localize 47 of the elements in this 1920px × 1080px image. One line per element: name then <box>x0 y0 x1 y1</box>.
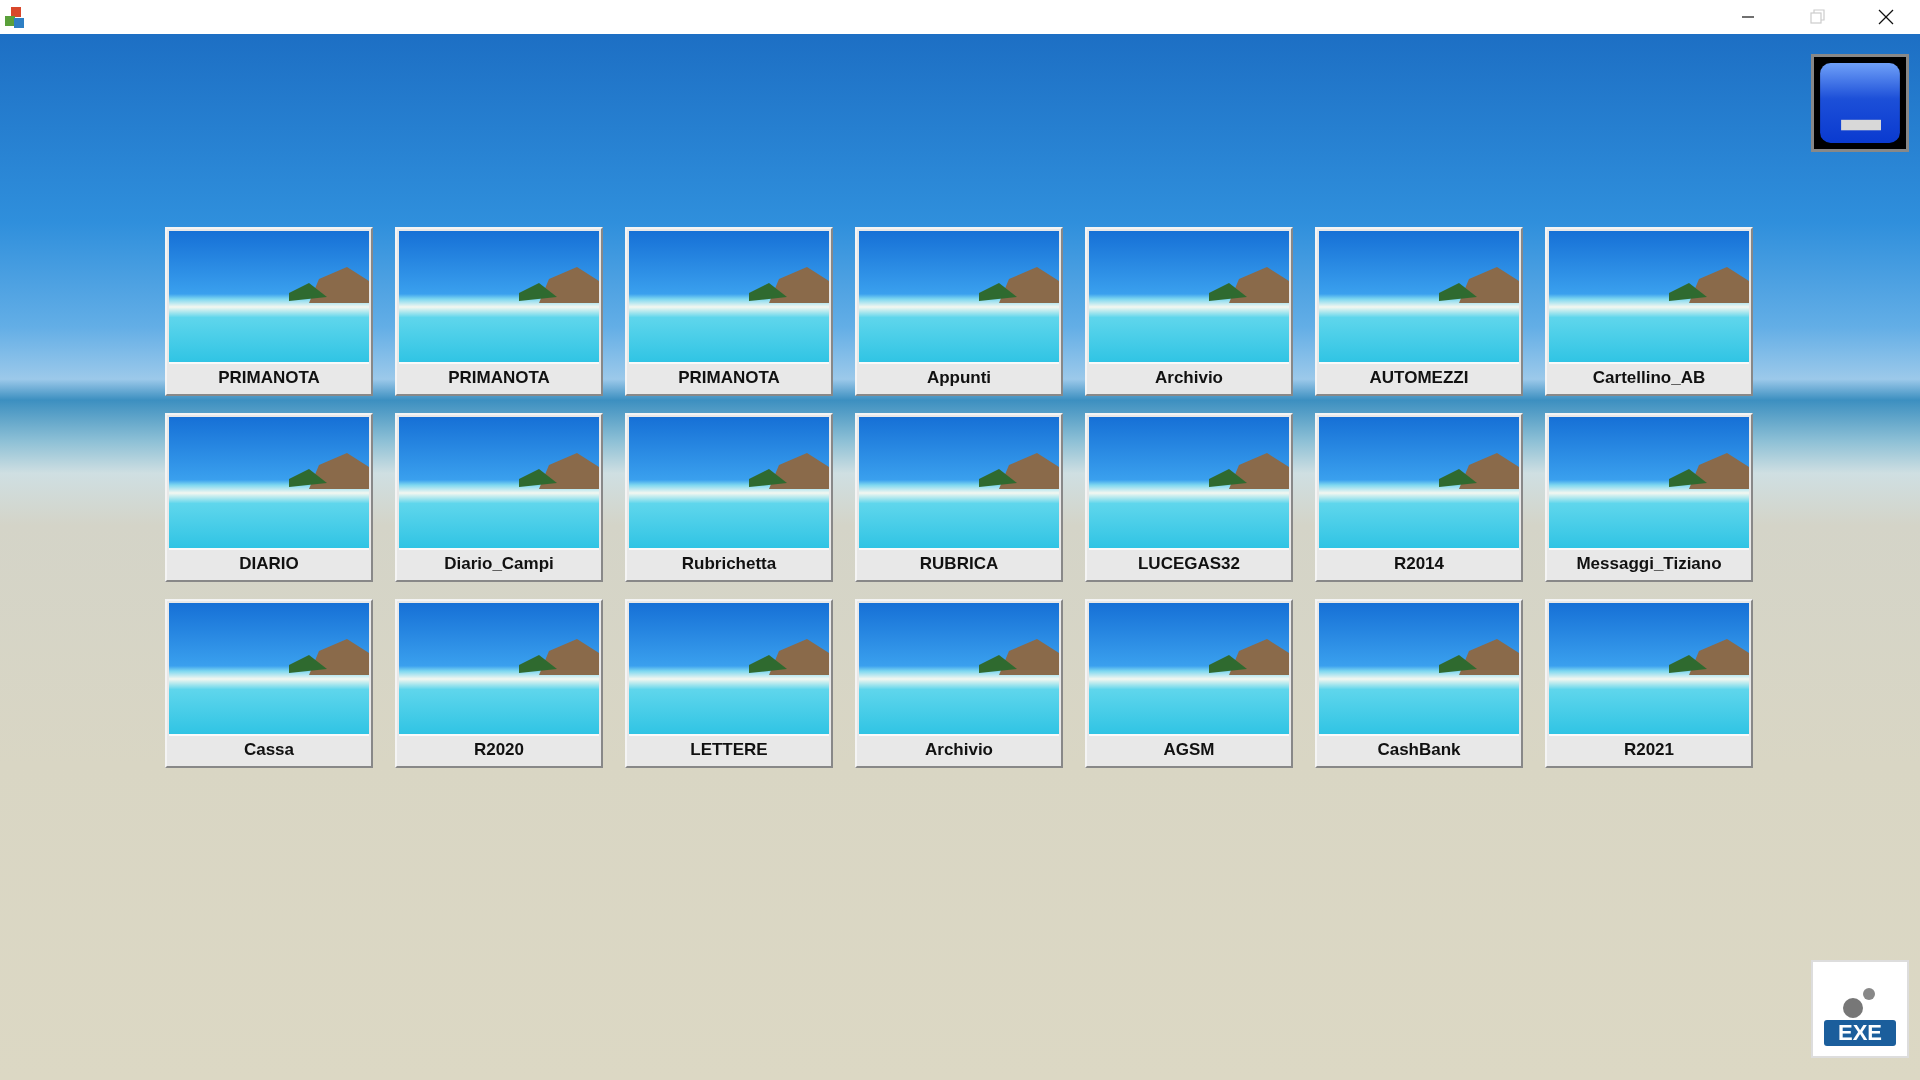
app-tile[interactable]: R2014 <box>1315 413 1523 582</box>
tile-label: Appunti <box>859 362 1059 392</box>
app-tile[interactable]: Cassa <box>165 599 373 768</box>
app-tile[interactable]: Rubrichetta <box>625 413 833 582</box>
app-tile[interactable]: R2021 <box>1545 599 1753 768</box>
tile-label: LETTERE <box>629 734 829 764</box>
app-tile[interactable]: DIARIO <box>165 413 373 582</box>
tile-label: CashBank <box>1319 734 1519 764</box>
tile-label: R2020 <box>399 734 599 764</box>
app-tile[interactable]: Archivio <box>1085 227 1293 396</box>
close-icon <box>1876 8 1895 26</box>
tile-label: Cassa <box>169 734 369 764</box>
tile-label: Cartellino_AB <box>1549 362 1749 392</box>
tile-label: Archivio <box>859 734 1059 764</box>
app-tile[interactable]: PRIMANOTA <box>625 227 833 396</box>
tile-label: Diario_Campi <box>399 548 599 578</box>
app-tile[interactable]: Archivio <box>855 599 1063 768</box>
tile-label: Rubrichetta <box>629 548 829 578</box>
tile-label: PRIMANOTA <box>629 362 829 392</box>
app-tile[interactable]: AUTOMEZZI <box>1315 227 1523 396</box>
exe-file-button[interactable]: EXE <box>1811 960 1909 1058</box>
tile-label: PRIMANOTA <box>169 362 369 392</box>
app-tile[interactable]: LUCEGAS32 <box>1085 413 1293 582</box>
tile-label: R2014 <box>1319 548 1519 578</box>
app-tile[interactable]: R2020 <box>395 599 603 768</box>
tile-label: AGSM <box>1089 734 1289 764</box>
app-tile[interactable]: PRIMANOTA <box>395 227 603 396</box>
restore-icon <box>1807 8 1826 26</box>
minimize-icon <box>1740 16 1755 18</box>
tile-label: Messaggi_Tiziano <box>1549 548 1749 578</box>
tile-label: LUCEGAS32 <box>1089 548 1289 578</box>
app-tile[interactable]: Messaggi_Tiziano <box>1545 413 1753 582</box>
tile-label: R2021 <box>1549 734 1749 764</box>
app-tile[interactable]: PRIMANOTA <box>165 227 373 396</box>
app-tile[interactable]: LETTERE <box>625 599 833 768</box>
app-tile[interactable]: Diario_Campi <box>395 413 603 582</box>
app-tile[interactable]: RUBRICA <box>855 413 1063 582</box>
minimize-button[interactable] <box>1811 54 1909 152</box>
tile-label: DIARIO <box>169 548 369 578</box>
app-tile[interactable]: Cartellino_AB <box>1545 227 1753 396</box>
tile-label: RUBRICA <box>859 548 1059 578</box>
app-tile[interactable]: CashBank <box>1315 599 1523 768</box>
tile-label: PRIMANOTA <box>399 362 599 392</box>
tile-label: Archivio <box>1089 362 1289 392</box>
tile-label: AUTOMEZZI <box>1319 362 1519 392</box>
app-tile[interactable]: Appunti <box>855 227 1063 396</box>
app-tile[interactable]: AGSM <box>1085 599 1293 768</box>
